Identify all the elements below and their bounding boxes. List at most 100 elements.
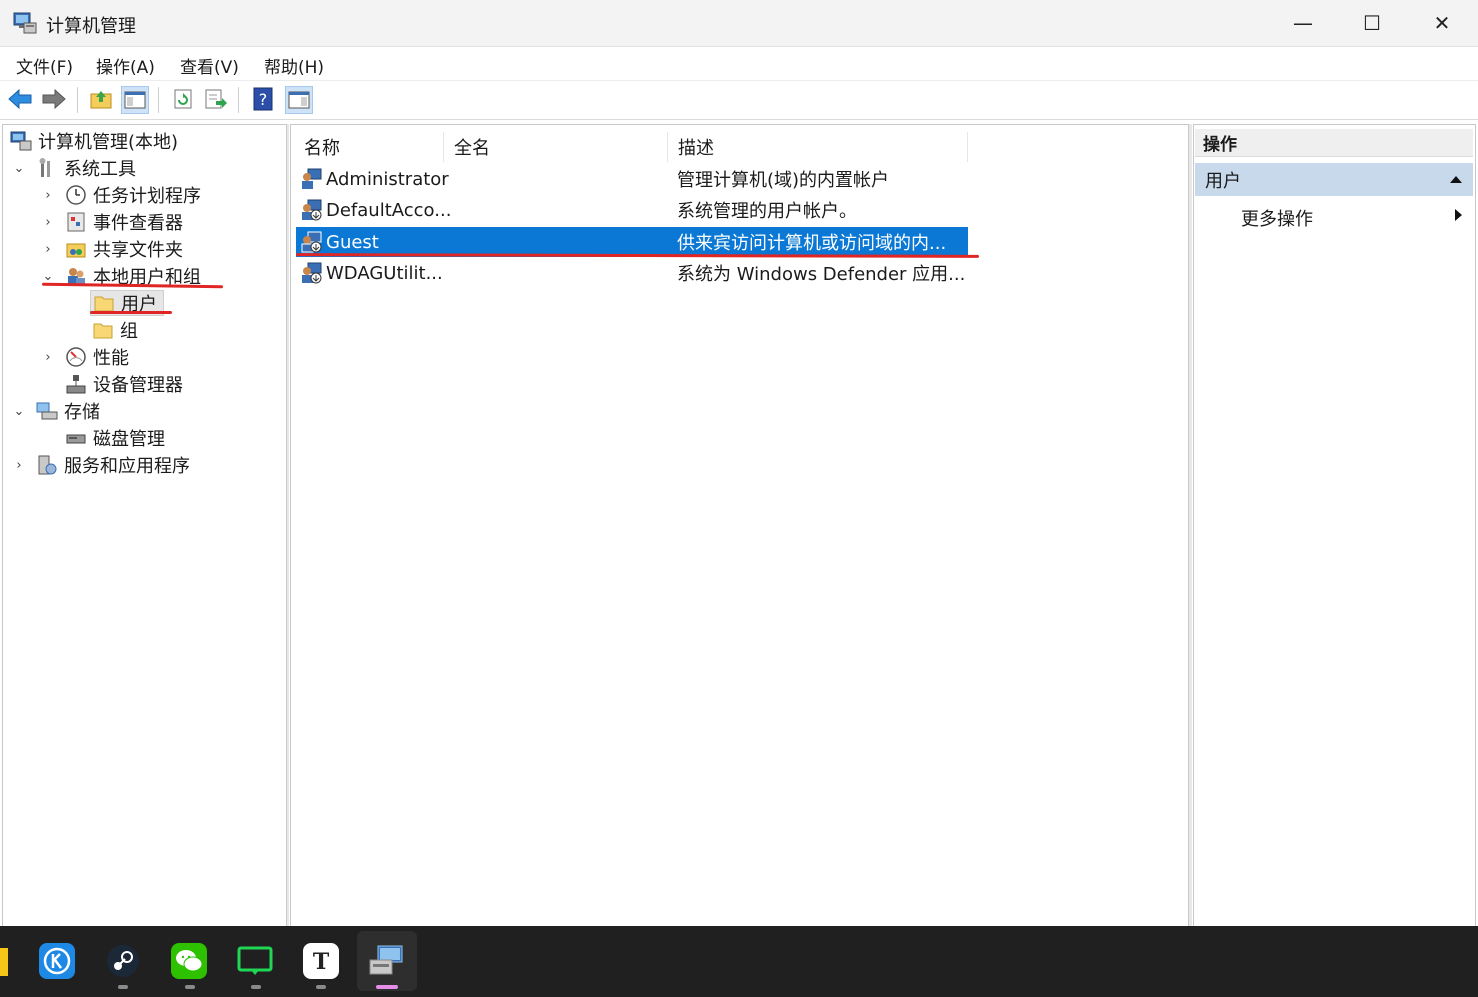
close-icon: ✕ (1433, 11, 1451, 35)
shared-folder-icon (66, 243, 86, 258)
taskbar: T (0, 926, 1478, 997)
list-item[interactable]: DefaultAcco... 系统管理的用户帐户。 (296, 195, 968, 225)
chevron-right-icon[interactable]: › (41, 215, 55, 230)
computer-management-icon[interactable] (368, 943, 404, 979)
user-description: 管理计算机(域)的内置帐户 (677, 170, 890, 191)
chevron-down-icon[interactable]: ⌄ (12, 404, 26, 419)
refresh-icon (174, 89, 192, 109)
close-button[interactable]: ✕ (1407, 0, 1477, 46)
list-item[interactable]: WDAGUtilit... 系统为 Windows Defender 应用... (296, 258, 968, 288)
steam-icon[interactable] (105, 943, 141, 979)
menu-file[interactable]: 文件(F) (16, 53, 73, 78)
tree-label: 存储 (64, 402, 100, 423)
disabled-user-icon (302, 199, 322, 221)
title-bar: 计算机管理 — ☐ ✕ (0, 0, 1478, 47)
column-header-fullname[interactable]: 全名 (444, 132, 668, 162)
tree-item-groups[interactable]: 组 (92, 317, 138, 343)
list-item[interactable]: Administrator 管理计算机(域)的内置帐户 (296, 164, 968, 194)
collapse-up-icon[interactable] (1449, 175, 1463, 184)
menu-action[interactable]: 操作(A) (96, 53, 155, 78)
running-indicator (118, 985, 128, 989)
maximize-icon: ☐ (1363, 11, 1381, 35)
user-name: WDAGUtilit... (326, 262, 443, 284)
action-section-label: 用户 (1205, 170, 1241, 192)
tree-label: 设备管理器 (93, 375, 183, 396)
tree-label: 系统工具 (64, 159, 136, 180)
services-icon (38, 455, 57, 475)
clock-icon (66, 185, 86, 205)
tree-item-storage[interactable]: ⌄ 存储 (12, 398, 100, 424)
tree-item-task-scheduler[interactable]: › 任务计划程序 (41, 182, 201, 208)
action-pane-icon (288, 91, 310, 109)
submenu-arrow-icon[interactable] (1454, 208, 1463, 222)
tools-icon (39, 158, 50, 177)
menu-view[interactable]: 查看(V) (180, 53, 239, 78)
chevron-right-icon[interactable]: › (41, 350, 55, 365)
tree-label: 磁盘管理 (93, 429, 165, 450)
chevron-right-icon[interactable]: › (12, 458, 26, 473)
more-actions-item[interactable]: 更多操作 (1241, 205, 1313, 231)
tree-item-device-manager[interactable]: 设备管理器 (65, 371, 183, 397)
tree-item-disk-management[interactable]: 磁盘管理 (65, 425, 165, 451)
action-pane (1193, 124, 1476, 928)
show-tree-button[interactable] (121, 86, 149, 114)
wechat-icon[interactable] (171, 943, 207, 979)
column-header-name[interactable]: 名称 (294, 132, 444, 162)
minimize-button[interactable]: — (1268, 0, 1338, 46)
toolbar: ? (0, 81, 1478, 120)
tree-label: 组 (120, 321, 138, 342)
minimize-icon: — (1293, 11, 1313, 35)
k-app-icon[interactable] (39, 943, 75, 979)
storage-icon (36, 402, 58, 420)
user-name: Administrator (326, 168, 449, 190)
user-account-icon (302, 168, 322, 189)
action-section-users[interactable]: 用户 (1195, 163, 1473, 196)
up-folder-button[interactable] (88, 86, 114, 112)
action-pane-header: 操作 (1195, 129, 1473, 157)
computer-management-icon (13, 12, 37, 34)
typora-icon[interactable]: T (303, 943, 339, 979)
disk-icon (66, 434, 86, 444)
running-indicator (185, 985, 195, 989)
menu-bar: 文件(F) 操作(A) 查看(V) 帮助(H) (0, 47, 1478, 81)
disabled-user-icon (301, 231, 322, 253)
chat-bubble-logo (237, 946, 273, 975)
tree-item-shared-folders[interactable]: › 共享文件夹 (41, 236, 183, 262)
maximize-button[interactable]: ☐ (1337, 0, 1407, 46)
user-name: Guest (326, 231, 379, 253)
export-list-button[interactable] (203, 86, 229, 112)
tree-label: 共享文件夹 (93, 240, 183, 261)
chevron-right-icon[interactable]: › (41, 242, 55, 257)
show-action-pane-button[interactable] (285, 86, 313, 114)
menu-help[interactable]: 帮助(H) (264, 53, 324, 78)
tree-label: 事件查看器 (93, 213, 183, 234)
tree-label: 性能 (93, 348, 129, 369)
forward-arrow-icon (42, 88, 66, 110)
user-description: 系统为 Windows Defender 应用... (677, 264, 966, 285)
window-title: 计算机管理 (46, 16, 136, 37)
chevron-down-icon[interactable]: ⌄ (41, 269, 55, 284)
chevron-down-icon[interactable]: ⌄ (12, 161, 26, 176)
tree-item-root[interactable]: 计算机管理(本地) (10, 128, 178, 154)
running-indicator (251, 985, 261, 989)
back-button[interactable] (7, 86, 33, 112)
refresh-button[interactable] (170, 86, 196, 112)
tree-label: 服务和应用程序 (64, 456, 190, 477)
back-arrow-icon (8, 88, 32, 110)
file-explorer-icon[interactable] (0, 948, 8, 976)
tree-item-system-tools[interactable]: ⌄ 系统工具 (12, 155, 136, 181)
chat-icon[interactable] (237, 943, 273, 979)
chevron-right-icon[interactable]: › (41, 188, 55, 203)
active-indicator (376, 985, 398, 989)
event-viewer-icon (67, 212, 85, 232)
steam-logo (107, 945, 139, 977)
tree-item-performance[interactable]: › 性能 (41, 344, 129, 370)
computer-management-icon (10, 131, 32, 151)
column-header-description[interactable]: 描述 (668, 132, 968, 162)
disabled-user-icon (302, 262, 322, 284)
tree-item-services-apps[interactable]: › 服务和应用程序 (12, 452, 190, 478)
tree-item-event-viewer[interactable]: › 事件查看器 (41, 209, 183, 235)
user-description: 系统管理的用户帐户。 (677, 201, 857, 222)
forward-button[interactable] (41, 86, 67, 112)
help-button[interactable]: ? (250, 86, 276, 112)
